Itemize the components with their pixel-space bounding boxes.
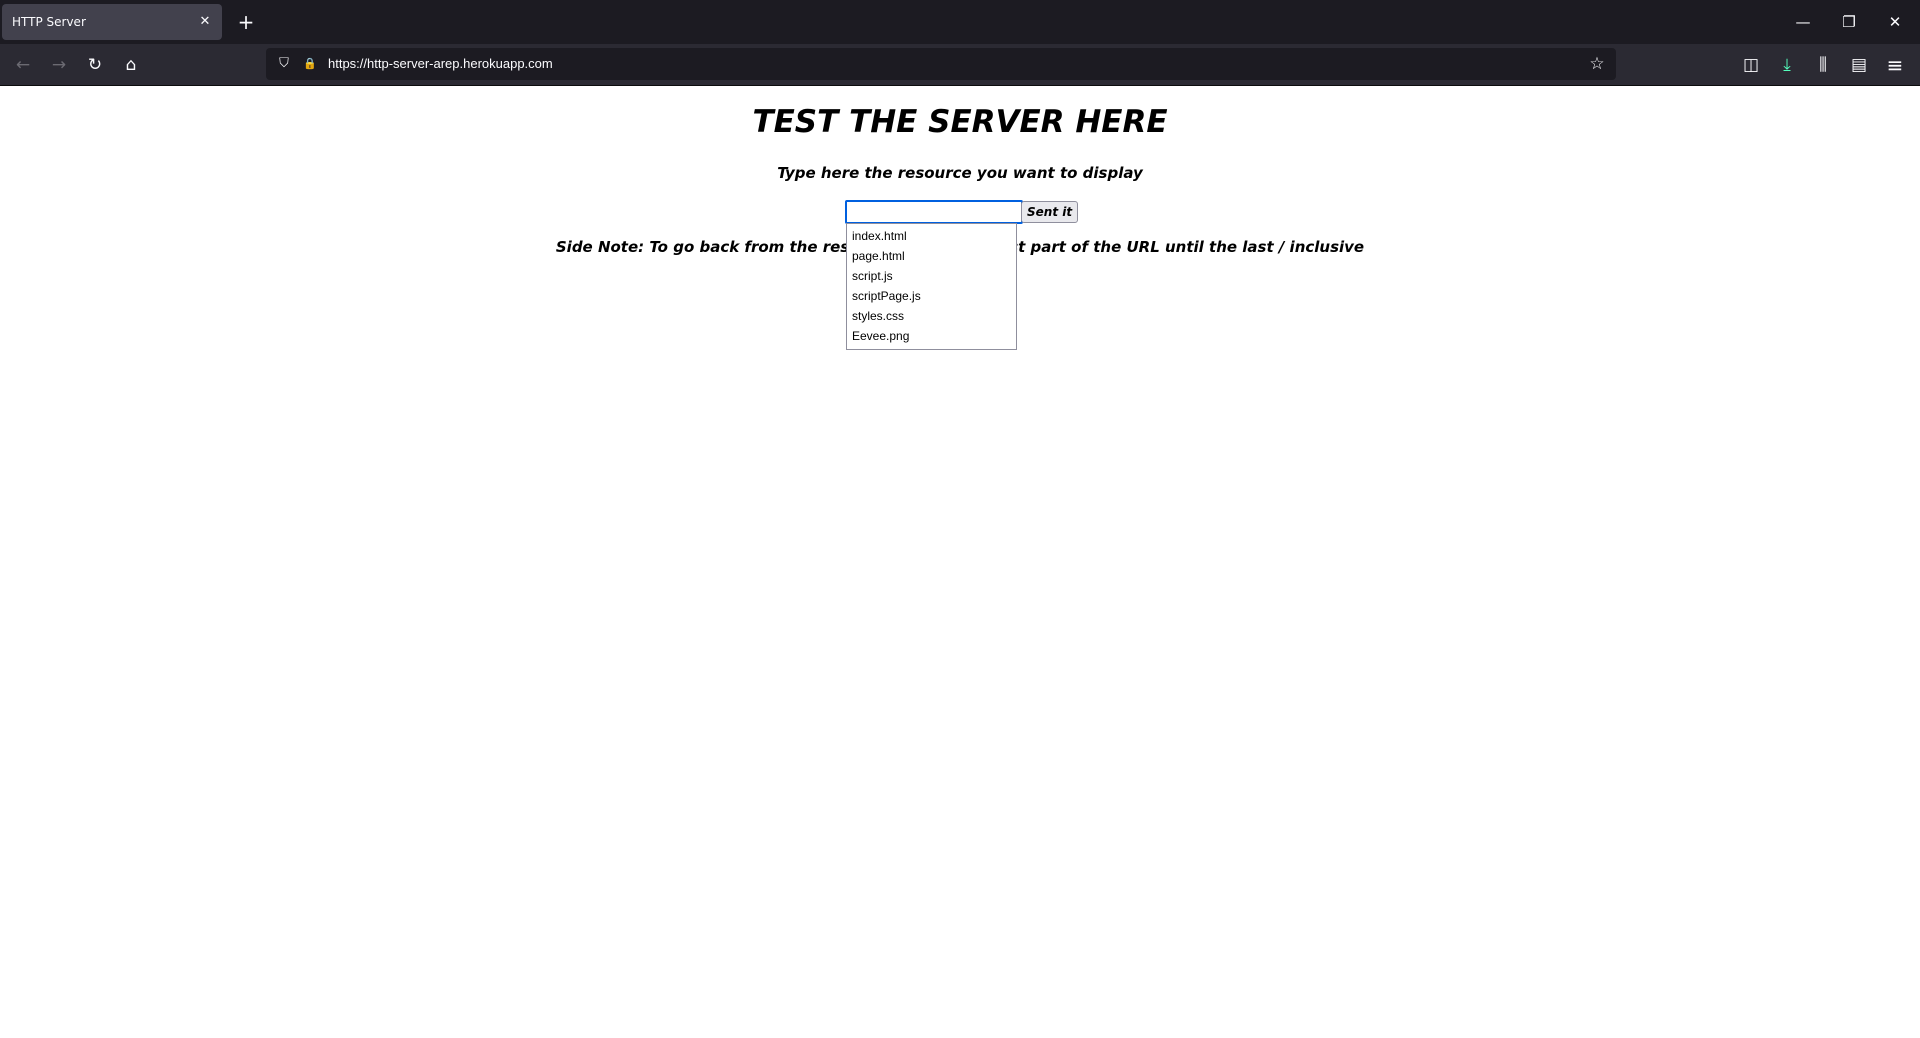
page-title: TEST THE SERVER HERE xyxy=(752,104,1168,140)
address-bar[interactable]: ⛉ 🔒 https://http-server-arep.herokuapp.c… xyxy=(266,48,1616,80)
menu-icon[interactable]: ≡ xyxy=(1880,50,1910,80)
forward-icon[interactable]: → xyxy=(44,50,74,80)
new-tab-button[interactable]: + xyxy=(232,8,260,36)
home-icon[interactable]: ⌂ xyxy=(116,50,146,80)
send-button[interactable]: Sent it xyxy=(1021,201,1079,223)
tab-strip: HTTP Server ✕ + — ❐ ✕ xyxy=(0,0,1920,44)
suggestion-item[interactable]: script.js xyxy=(847,266,1016,286)
url-text[interactable]: https://http-server-arep.herokuapp.com xyxy=(328,48,553,80)
reload-icon[interactable]: ↻ xyxy=(80,50,110,80)
tab-title: HTTP Server xyxy=(12,15,86,29)
close-window-icon[interactable]: ✕ xyxy=(1880,8,1910,36)
library-icon[interactable]: ⫼ xyxy=(1808,50,1838,80)
page-content: TEST THE SERVER HERE Type here the resou… xyxy=(0,86,1920,1038)
suggestion-item[interactable]: index.html xyxy=(847,226,1016,246)
sidebar-icon[interactable]: ▤ xyxy=(1844,50,1874,80)
instruction-text: Type here the resource you want to displ… xyxy=(777,164,1143,182)
minimize-icon[interactable]: — xyxy=(1788,8,1818,36)
autocomplete-dropdown: index.html page.html script.js scriptPag… xyxy=(846,223,1017,350)
navigation-toolbar: ← → ↻ ⌂ ⛉ 🔒 https://http-server-arep.her… xyxy=(0,44,1920,86)
downloads-icon[interactable]: ⤓ xyxy=(1772,50,1802,80)
tab-http-server[interactable]: HTTP Server ✕ xyxy=(2,4,222,40)
bookmark-star-icon[interactable]: ☆ xyxy=(1586,53,1608,75)
pocket-icon[interactable]: ◫ xyxy=(1736,50,1766,80)
tracking-protection-shield-icon[interactable]: ⛉ xyxy=(274,54,294,74)
restore-icon[interactable]: ❐ xyxy=(1834,8,1864,36)
suggestion-item[interactable]: styles.css xyxy=(847,306,1016,326)
suggestion-item[interactable]: Eevee.png xyxy=(847,326,1016,346)
suggestion-item[interactable]: page.html xyxy=(847,246,1016,266)
close-tab-icon[interactable]: ✕ xyxy=(196,13,214,31)
lock-icon[interactable]: 🔒 xyxy=(300,54,320,74)
suggestion-item[interactable]: scriptPage.js xyxy=(847,286,1016,306)
back-icon[interactable]: ← xyxy=(8,50,38,80)
resource-input[interactable] xyxy=(845,200,1023,224)
